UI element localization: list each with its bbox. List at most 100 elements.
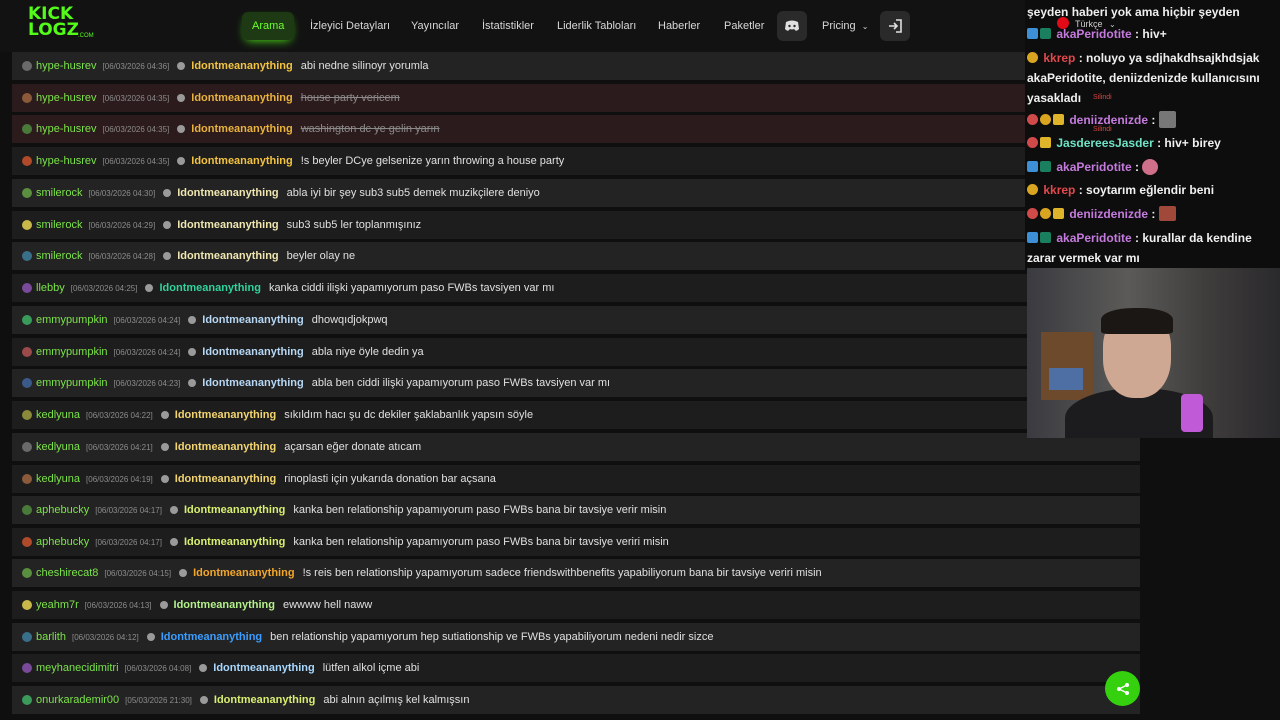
avatar — [22, 600, 32, 610]
channel-username[interactable]: emmypumpkin — [36, 346, 108, 358]
channel-username[interactable]: barlith — [36, 631, 66, 643]
sender-username[interactable]: Idontmeananything — [159, 282, 260, 294]
chat-user[interactable]: kkrep — [1043, 183, 1075, 197]
avatar — [22, 442, 32, 452]
table-row: aphebucky [06/03/2026 04:17] Idontmeananyt… — [12, 496, 1140, 524]
sender-username[interactable]: Idontmeananything — [202, 346, 303, 358]
sender-username[interactable]: Idontmeananything — [175, 473, 276, 485]
channel-username[interactable]: llebby — [36, 282, 65, 294]
channel-username[interactable]: onurkarademir00 — [36, 694, 119, 706]
timestamp: [06/03/2026 04:21] — [86, 442, 153, 452]
sender-username[interactable]: Idontmeananything — [214, 694, 315, 706]
timestamp: [06/03/2026 04:25] — [70, 283, 138, 293]
timestamp: [06/03/2026 04:13] — [84, 600, 152, 610]
channel-username[interactable]: kedlyuna — [36, 441, 80, 453]
channel-username[interactable]: hype-husrev — [36, 92, 97, 104]
message-text: abla niye öyle dedin ya — [311, 346, 424, 358]
channel-username[interactable]: smilerock — [36, 250, 82, 262]
discord-icon[interactable] — [777, 11, 807, 41]
sender-username[interactable]: Idontmeananything — [177, 187, 278, 199]
q-badge-icon — [1040, 161, 1051, 172]
kicklogz-logo[interactable]: KICK LOGZ .COM — [28, 6, 94, 40]
timestamp: [06/03/2026 04:36] — [102, 61, 170, 71]
sender-username[interactable]: Idontmeananything — [184, 536, 285, 548]
chat-user[interactable]: akaPeridotite — [1056, 160, 1131, 174]
badge-dot-icon — [160, 475, 169, 483]
message-text: sıkıldım hacı şu dc dekiler şaklabanlık … — [284, 409, 534, 421]
chat-user[interactable]: JasdereesJasder — [1056, 136, 1153, 150]
nav-liderlik-tablolari[interactable]: Liderlik Tabloları — [557, 12, 636, 40]
timestamp: [06/03/2026 04:08] — [124, 663, 192, 673]
badge-dot-icon — [169, 506, 178, 514]
chat-user[interactable]: akaPeridotite — [1056, 231, 1131, 245]
chat-text: : hiv+ — [1131, 27, 1167, 41]
timestamp: [06/03/2026 04:35] — [102, 124, 170, 134]
badge-dot-icon — [188, 316, 197, 324]
verified-badge-icon — [1027, 232, 1038, 243]
sender-username[interactable]: Idontmeananything — [191, 92, 292, 104]
badge-dot-icon — [160, 411, 169, 419]
channel-username[interactable]: hype-husrev — [36, 60, 97, 72]
avatar — [22, 124, 32, 134]
sender-username[interactable]: Idontmeananything — [191, 60, 292, 72]
q-badge-icon — [1040, 28, 1051, 39]
table-row: smilerock [06/03/2026 04:30] Idontmeananyt… — [12, 179, 1140, 207]
channel-username[interactable]: meyhanecidimitri — [36, 662, 119, 674]
chat-user[interactable]: kkrep — [1043, 51, 1075, 65]
language-selector[interactable]: Türkçe ⌄ — [1057, 17, 1116, 29]
nav-yayincilar[interactable]: Yayıncılar — [411, 12, 459, 40]
sender-username[interactable]: Idontmeananything — [175, 441, 276, 453]
channel-username[interactable]: aphebucky — [36, 504, 89, 516]
sender-username[interactable]: Idontmeananything — [191, 155, 292, 167]
chat-user[interactable]: deniizdenizde — [1069, 113, 1148, 127]
avatar — [22, 474, 32, 484]
sender-username[interactable]: Idontmeananything — [202, 377, 303, 389]
sender-username[interactable]: Idontmeananything — [161, 631, 262, 643]
channel-username[interactable]: smilerock — [36, 187, 82, 199]
sender-username[interactable]: Idontmeananything — [177, 219, 278, 231]
login-icon[interactable] — [880, 11, 910, 41]
chat-user[interactable]: deniizdenizde — [1069, 207, 1148, 221]
sender-username[interactable]: Idontmeananything — [193, 567, 294, 579]
nav-izleyici-detaylari[interactable]: İzleyici Detayları — [310, 12, 390, 40]
sender-username[interactable]: Idontmeananything — [202, 314, 303, 326]
chat-user[interactable]: akaPeridotite — [1056, 27, 1131, 41]
nav-haberler[interactable]: Haberler — [658, 12, 700, 40]
sender-username[interactable]: Idontmeananything — [213, 662, 314, 674]
table-row: kedlyuna [06/03/2026 04:21] Idontmeananyth… — [12, 433, 1140, 461]
message-text: abla iyi bir şey sub3 sub5 demek muzikçi… — [286, 187, 540, 199]
badge-dot-icon — [188, 379, 197, 387]
channel-username[interactable]: emmypumpkin — [36, 377, 108, 389]
channel-username[interactable]: cheshirecat8 — [36, 567, 98, 579]
channel-username[interactable]: hype-husrev — [36, 123, 97, 135]
message-text: !s reis ben relationship yapamıyorum sad… — [302, 567, 822, 579]
nav-istatistikler[interactable]: İstatistikler — [482, 12, 534, 40]
table-row: onurkarademir00 [05/03/2026 21:30] Idontme… — [12, 686, 1140, 714]
nav-pricing[interactable]: Pricing ⌄ — [822, 12, 868, 40]
nav-paketler[interactable]: Paketler — [724, 12, 764, 40]
channel-username[interactable]: kedlyuna — [36, 473, 80, 485]
sender-username[interactable]: Idontmeananything — [177, 250, 278, 262]
channel-username[interactable]: hype-husrev — [36, 155, 97, 167]
sender-username[interactable]: Idontmeananything — [175, 409, 276, 421]
avatar — [22, 220, 32, 230]
share-icon — [1116, 682, 1129, 695]
chevron-down-icon: ⌄ — [861, 22, 869, 31]
nav-arama[interactable]: Arama — [242, 12, 295, 40]
sender-username[interactable]: Idontmeananything — [184, 504, 285, 516]
emote-icon — [1158, 111, 1176, 128]
channel-username[interactable]: emmypumpkin — [36, 314, 108, 326]
channel-username[interactable]: smilerock — [36, 219, 82, 231]
sender-username[interactable]: Idontmeananything — [191, 123, 292, 135]
sender-username[interactable]: Idontmeananything — [174, 599, 275, 611]
avatar — [22, 505, 32, 515]
channel-username[interactable]: kedlyuna — [36, 409, 80, 421]
avatar — [22, 283, 32, 293]
channel-username[interactable]: yeahm7r — [36, 599, 79, 611]
message-text: abla ben ciddi ilişki yapamıyorum paso F… — [311, 377, 611, 389]
badge-dot-icon — [177, 157, 186, 165]
share-button[interactable] — [1105, 671, 1140, 706]
badge-dot-icon — [163, 189, 172, 197]
channel-username[interactable]: aphebucky — [36, 536, 89, 548]
avatar — [22, 632, 32, 642]
